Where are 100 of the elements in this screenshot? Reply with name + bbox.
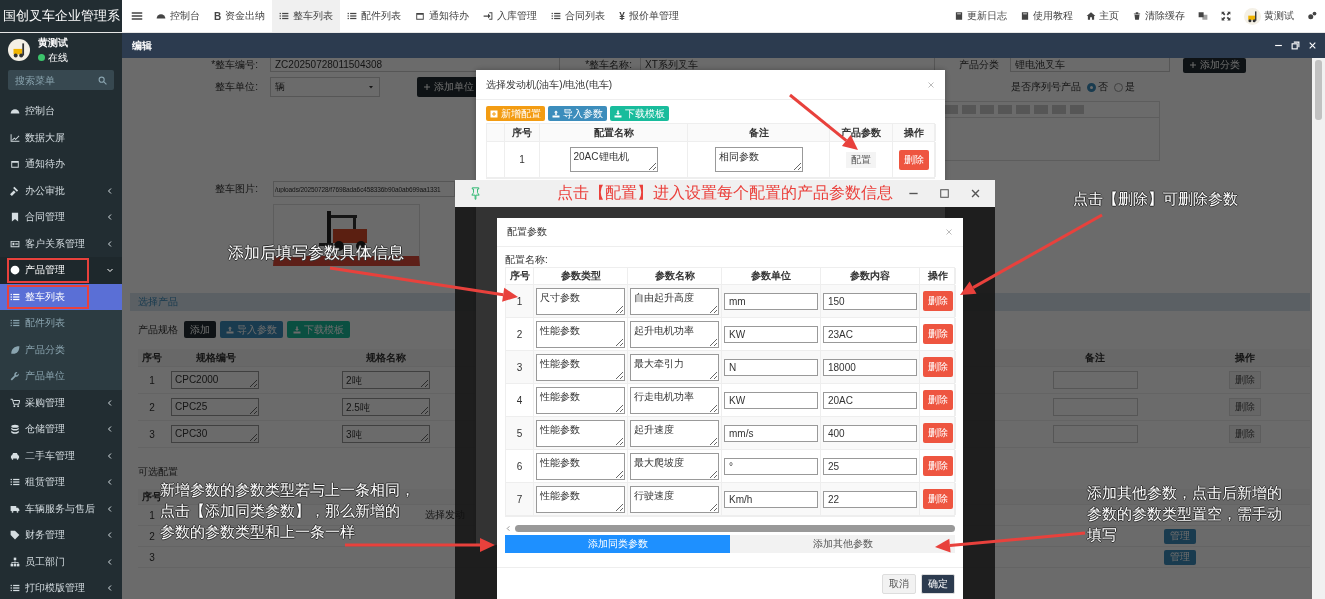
nav-tab[interactable]: 通知待办 — [408, 0, 477, 32]
toolbar-link[interactable]: 清除缓存 — [1132, 9, 1185, 23]
input-field[interactable]: 23AC — [823, 325, 917, 343]
column-header: 序号 — [505, 124, 540, 141]
input-field[interactable]: ZC20250728011504308 — [270, 58, 560, 72]
input-field[interactable]: 400 — [823, 424, 917, 442]
wrench-icon — [10, 371, 20, 382]
maximize-icon[interactable] — [939, 188, 950, 199]
radio-option[interactable]: 是 — [1114, 80, 1135, 94]
input-field[interactable]: 3吨 — [342, 425, 430, 443]
nav-tab[interactable]: ¥ 报价单管理 — [612, 0, 686, 32]
nav-tab[interactable]: 入库管理 — [476, 0, 545, 32]
nav-tab[interactable]: 控制台 — [149, 0, 207, 32]
menu-item[interactable]: 二手车管理 — [0, 442, 122, 469]
input-field[interactable]: 最大爬坡度 — [630, 452, 719, 480]
dialog-button[interactable]: 取消 — [882, 574, 916, 594]
menu-item[interactable]: 产品管理 — [0, 257, 122, 284]
input-field[interactable]: 性能参数 — [536, 452, 625, 480]
radio-option[interactable]: 否 — [1087, 80, 1108, 94]
nav-tab[interactable]: B 资金出纳 — [207, 0, 273, 32]
input-field[interactable]: 22 — [823, 490, 917, 508]
database-icon — [10, 424, 20, 435]
menu-item[interactable]: 仓储管理 — [0, 416, 122, 443]
menu-item[interactable]: 合同管理 — [0, 204, 122, 231]
menu-item[interactable]: 整车列表 — [0, 283, 122, 310]
toolbar-link[interactable]: 使用教程 — [1020, 9, 1073, 23]
input-field[interactable]: 25 — [823, 457, 917, 475]
menu-item[interactable]: 打印模版管理 — [0, 575, 122, 599]
close-icon[interactable] — [970, 188, 981, 199]
menu-item[interactable]: 租赁管理 — [0, 469, 122, 496]
menu-item[interactable]: 产品单位 — [0, 363, 122, 390]
table-cell-text: 1 — [148, 373, 156, 388]
nav-tab[interactable]: 配件列表 — [340, 0, 409, 32]
menu-item[interactable]: 员工部门 — [0, 548, 122, 575]
input-field[interactable]: 行驶速度 — [630, 485, 719, 513]
menu-item[interactable]: 财务管理 — [0, 522, 122, 549]
annotation-text: 参数的参数类型和上一条一样 — [160, 524, 355, 542]
toolbar-link[interactable]: 更新日志 — [954, 9, 1007, 23]
column-header: 操作 — [1234, 350, 1256, 365]
input-field[interactable]: 2吨 — [342, 371, 430, 389]
input-field[interactable]: CPC25 — [171, 398, 259, 416]
input-field[interactable]: 150 — [823, 292, 917, 310]
input-field[interactable]: ° — [724, 457, 818, 475]
input-field[interactable]: CPC2000 — [171, 371, 259, 389]
menu-item[interactable]: 配件列表 — [0, 310, 122, 337]
input-field[interactable]: 相同参数 — [714, 147, 803, 172]
column-header: 操作 — [920, 268, 956, 284]
annotation-text: 新增参数的参数类型若与上一条相同， — [160, 482, 415, 499]
dialog-button[interactable]: 确定 — [921, 574, 955, 594]
input-field[interactable]: 性能参数 — [536, 419, 625, 447]
scrollbar[interactable] — [1312, 58, 1325, 599]
toolbar-button[interactable]: 导入参数 — [548, 106, 607, 121]
search-icon — [98, 75, 107, 85]
nav-tab[interactable]: 整车列表 — [272, 0, 341, 32]
nav-tab[interactable]: 合同列表 — [544, 0, 613, 32]
input-field[interactable]: 最大牵引力 — [630, 353, 719, 381]
input-field[interactable]: 性能参数 — [536, 386, 625, 414]
dialog-title: 选择发动机(油车)/电池(电车) — [486, 77, 613, 92]
user-menu[interactable]: 黄测试 — [1244, 7, 1294, 25]
menu-item[interactable]: 数据大屏 — [0, 124, 122, 151]
field-label: 整车单位: — [214, 80, 259, 94]
restore-icon[interactable] — [1291, 41, 1300, 50]
input-field[interactable]: 行走电机功率 — [630, 386, 719, 414]
input-field[interactable]: Km/h — [724, 490, 818, 508]
toolbar-link[interactable]: 主页 — [1086, 9, 1119, 23]
input-field[interactable]: 起升速度 — [630, 419, 719, 447]
input-field[interactable]: 2.5吨 — [342, 398, 430, 416]
input-field[interactable]: 性能参数 — [536, 353, 625, 381]
add-category-button[interactable]: 添加分类 — [1183, 58, 1246, 73]
chevron-left-icon — [505, 524, 512, 532]
menu-item[interactable]: 控制台 — [0, 98, 122, 125]
input-field[interactable]: KW — [724, 391, 818, 409]
input-field[interactable]: 自由起升高度 — [630, 287, 719, 315]
menu-item[interactable]: 产品分类 — [0, 336, 122, 363]
config-button[interactable]: 配置 — [846, 151, 876, 168]
input-field[interactable]: KW — [724, 325, 818, 343]
input-field[interactable]: N — [724, 358, 818, 376]
input-field[interactable]: 锂电池叉车 — [1010, 58, 1170, 72]
table-cell-text: 2 — [148, 400, 156, 415]
input-field[interactable]: 尺寸参数 — [536, 287, 625, 315]
search-field[interactable]: 搜索菜单 — [8, 70, 114, 90]
menu-item[interactable]: 采购管理 — [0, 389, 122, 416]
toolbar-button[interactable]: 添加 — [184, 321, 216, 338]
add-parameter-button[interactable]: 添加其他参数 — [730, 535, 955, 553]
select-field[interactable]: 辆 — [270, 77, 380, 97]
menu-item[interactable]: 客户关系管理 — [0, 230, 122, 257]
menu-item[interactable]: 通知待办 — [0, 151, 122, 178]
input-field[interactable]: mm/s — [724, 424, 818, 442]
input-field[interactable]: 18000 — [823, 358, 917, 376]
input-field[interactable]: mm — [724, 292, 818, 310]
menu-icon[interactable] — [131, 10, 143, 22]
input-field[interactable]: 20AC — [823, 391, 917, 409]
status-dot — [38, 54, 45, 61]
input-field[interactable]: 起升电机功率 — [630, 320, 719, 348]
input-field[interactable]: 性能参数 — [536, 485, 625, 513]
input-field[interactable]: 性能参数 — [536, 320, 625, 348]
menu-item[interactable]: 车辆服务与售后 — [0, 495, 122, 522]
menu-item[interactable]: 办公审批 — [0, 177, 122, 204]
input-field[interactable]: 20AC锂电机 — [569, 147, 658, 172]
expand-icon[interactable] — [1221, 11, 1231, 21]
